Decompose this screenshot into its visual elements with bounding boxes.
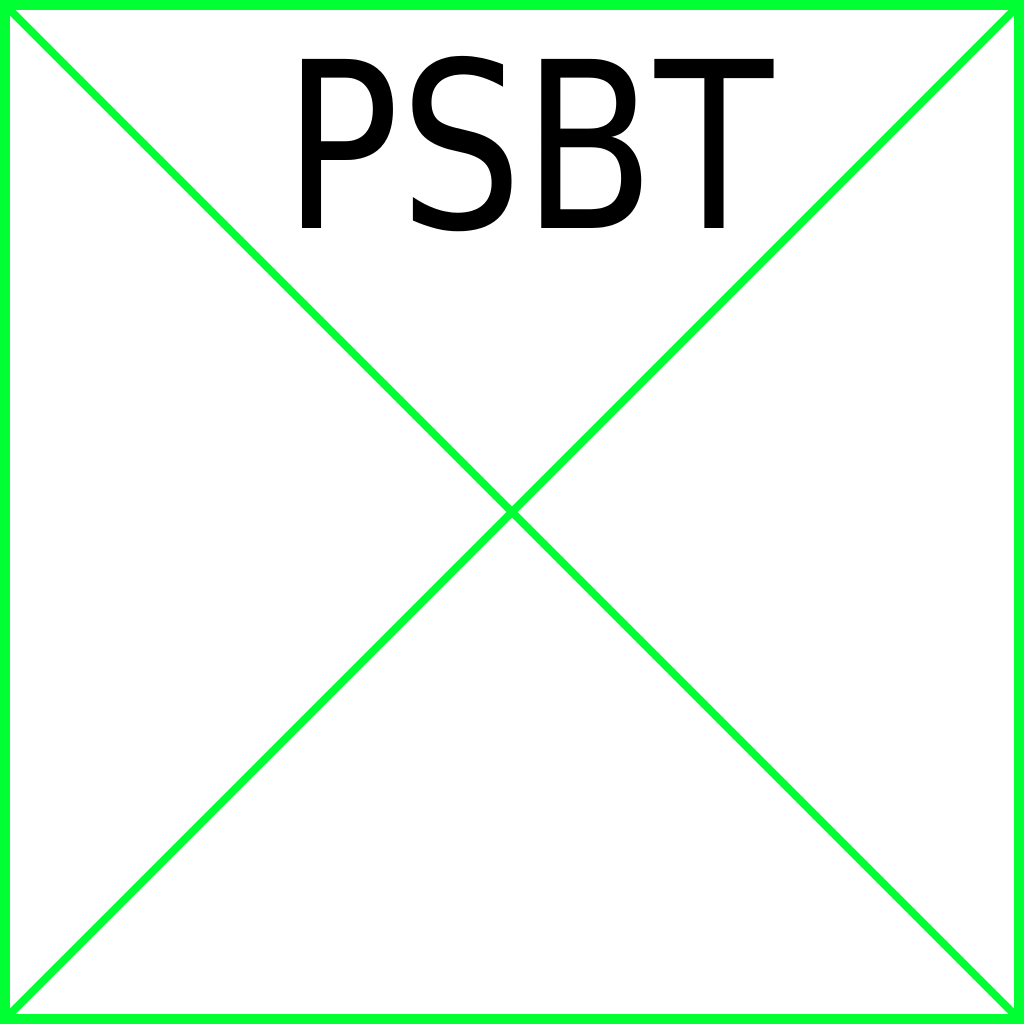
crossed-box-figure: PSBT: [0, 0, 1024, 1024]
psbt-label: PSBT: [283, 13, 774, 283]
